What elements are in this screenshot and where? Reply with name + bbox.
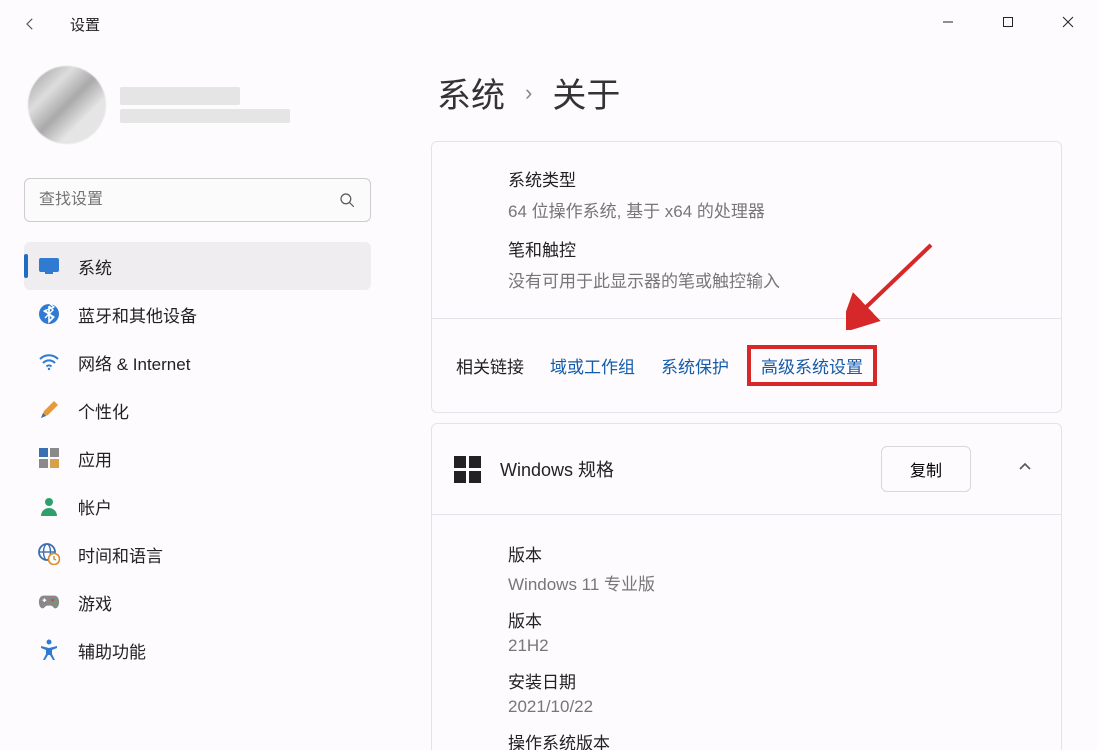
accessibility-icon [38, 639, 60, 661]
nav-account[interactable]: 帐户 [24, 482, 371, 530]
nav-label: 蓝牙和其他设备 [78, 302, 197, 327]
sidebar: 系统 蓝牙和其他设备 网络 & Internet 个性化 应用 帐户 [0, 48, 395, 750]
nav-apps[interactable]: 应用 [24, 434, 371, 482]
bluetooth-icon [38, 303, 60, 325]
apps-icon [38, 447, 60, 469]
wifi-icon [38, 351, 60, 373]
person-icon [38, 495, 60, 517]
window-title: 设置 [70, 14, 100, 35]
device-specs-card: 系统类型 64 位操作系统, 基于 x64 的处理器 笔和触控 没有可用于此显示… [431, 141, 1062, 413]
windows-specs-details: 版本 Windows 11 专业版 版本 21H2 安装日期 2021/10/2… [432, 514, 1061, 750]
copy-button[interactable]: 复制 [881, 446, 971, 492]
nav-system[interactable]: 系统 [24, 242, 371, 290]
pen-touch-value: 没有可用于此显示器的笔或触控输入 [508, 267, 1043, 292]
nav-label: 网络 & Internet [78, 350, 190, 375]
windows-specs-title: Windows 规格 [500, 456, 859, 482]
arrow-left-icon [21, 15, 39, 33]
windows-specs-header[interactable]: Windows 规格 复制 [432, 424, 1061, 514]
gamepad-icon [38, 591, 60, 613]
nav-time[interactable]: 时间和语言 [24, 530, 371, 578]
brush-icon [38, 399, 60, 421]
windows-icon [456, 458, 478, 480]
os-build-label: 操作系统版本 [508, 729, 1043, 750]
maximize-icon [1002, 16, 1014, 28]
related-links-label: 相关链接 [456, 353, 524, 378]
nav-network[interactable]: 网络 & Internet [24, 338, 371, 386]
nav-label: 辅助功能 [78, 638, 146, 663]
breadcrumb: 系统 › 关于 [431, 68, 1062, 117]
profile-info [120, 87, 290, 123]
nav-label: 帐户 [78, 494, 112, 519]
edition-label: 版本 [508, 541, 1043, 566]
profile-section[interactable] [24, 58, 371, 172]
nav-label: 游戏 [78, 590, 112, 615]
edition-value: Windows 11 专业版 [508, 570, 1043, 595]
chevron-right-icon: › [525, 80, 532, 106]
system-icon [38, 255, 60, 277]
version-label: 版本 [508, 607, 1043, 632]
nav-game[interactable]: 游戏 [24, 578, 371, 626]
avatar [28, 66, 106, 144]
chevron-up-icon[interactable] [1013, 460, 1037, 479]
window-controls [918, 0, 1098, 44]
close-icon [1062, 16, 1074, 28]
globe-clock-icon [38, 543, 60, 565]
windows-specs-card: Windows 规格 复制 版本 Windows 11 专业版 版本 21H2 … [431, 423, 1062, 750]
install-date-label: 安装日期 [508, 668, 1043, 693]
nav-label: 时间和语言 [78, 542, 163, 567]
nav-label: 系统 [78, 254, 112, 279]
nav-personalize[interactable]: 个性化 [24, 386, 371, 434]
minimize-button[interactable] [918, 0, 978, 44]
maximize-button[interactable] [978, 0, 1038, 44]
nav-list: 系统 蓝牙和其他设备 网络 & Internet 个性化 应用 帐户 [24, 242, 371, 674]
related-links-row: 相关链接 域或工作组 系统保护 高级系统设置 [432, 318, 1061, 412]
pen-touch-label: 笔和触控 [508, 236, 1043, 261]
nav-label: 应用 [78, 446, 112, 471]
link-domain-workgroup[interactable]: 域或工作组 [550, 353, 635, 378]
system-type-label: 系统类型 [508, 166, 1043, 191]
nav-label: 个性化 [78, 398, 129, 423]
search-icon [338, 191, 356, 209]
breadcrumb-parent[interactable]: 系统 [437, 68, 505, 117]
search-input[interactable] [39, 191, 338, 209]
breadcrumb-current: 关于 [552, 68, 620, 117]
nav-accessibility[interactable]: 辅助功能 [24, 626, 371, 674]
close-button[interactable] [1038, 0, 1098, 44]
link-advanced-system-settings[interactable]: 高级系统设置 [747, 345, 877, 386]
link-system-protection[interactable]: 系统保护 [661, 353, 729, 378]
profile-email-redacted [120, 109, 290, 123]
system-type-value: 64 位操作系统, 基于 x64 的处理器 [508, 197, 1043, 222]
search-box[interactable] [24, 178, 371, 222]
minimize-icon [942, 16, 954, 28]
back-button[interactable] [10, 4, 50, 44]
profile-name-redacted [120, 87, 240, 105]
main-content: 系统 › 关于 系统类型 64 位操作系统, 基于 x64 的处理器 笔和触控 … [395, 48, 1098, 750]
version-value: 21H2 [508, 636, 1043, 656]
install-date-value: 2021/10/22 [508, 697, 1043, 717]
nav-bluetooth[interactable]: 蓝牙和其他设备 [24, 290, 371, 338]
